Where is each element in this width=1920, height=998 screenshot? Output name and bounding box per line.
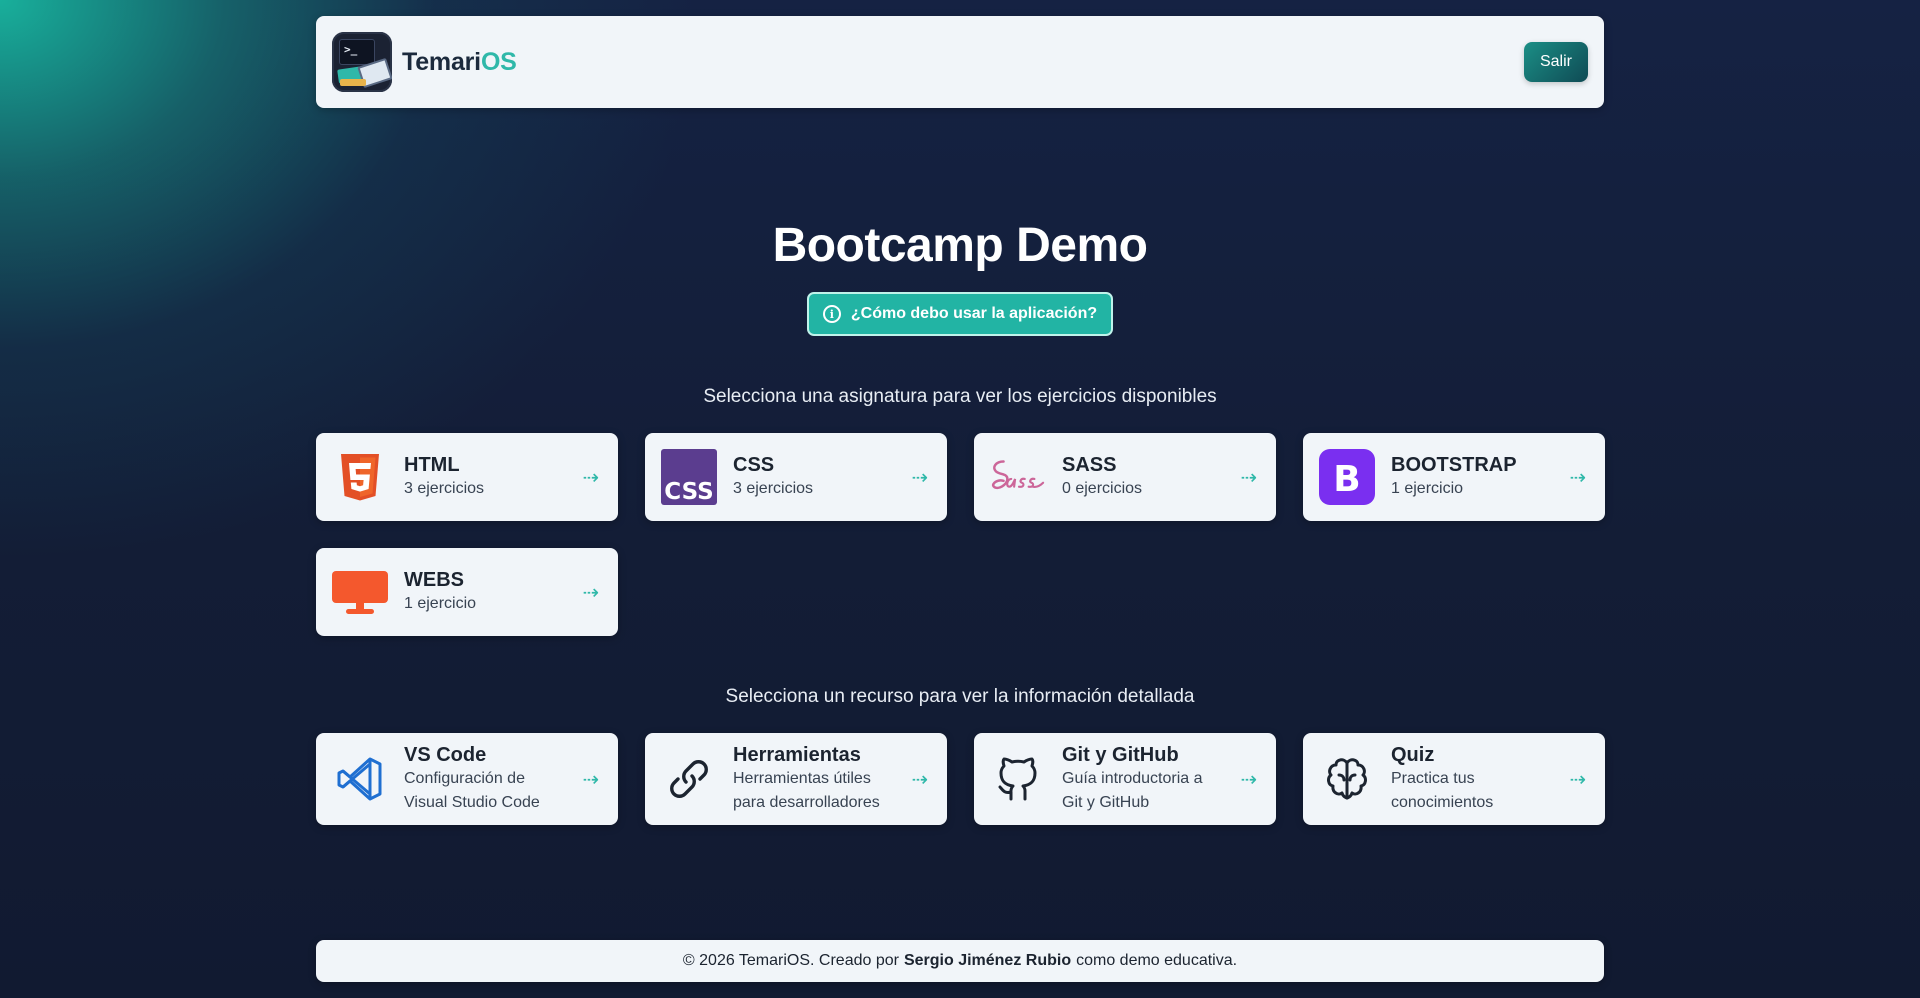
css-icon: CSS: [661, 449, 717, 505]
resource-desc-line1: Guía introductoria a: [1062, 770, 1203, 787]
resource-name: Git y GitHub: [1062, 744, 1179, 766]
subject-count: 1 ejercicio: [404, 595, 477, 612]
subject-card-css[interactable]: CSS CSS 3 ejercicios ⇢: [645, 433, 947, 521]
top-navbar: >_ TemariOS Salir: [316, 16, 1604, 108]
resource-name: Herramientas: [733, 744, 861, 766]
page-background: [0, 0, 1920, 998]
resource-desc-line1: Herramientas útiles: [733, 770, 871, 787]
subject-name: BOOTSTRAP: [1391, 454, 1517, 476]
arrow-right-icon: ⇢: [582, 767, 600, 791]
resource-card-git-github[interactable]: Git y GitHub Guía introductoria a Git y …: [974, 733, 1276, 825]
resources-section-label: Selecciona un recurso para ver la inform…: [725, 686, 1195, 707]
svg-text:CSS: CSS: [664, 479, 713, 505]
subject-name: CSS: [733, 454, 775, 476]
resource-card-quiz[interactable]: Quiz Practica tus conocimientos ⇢: [1303, 733, 1605, 825]
page-title: Bootcamp Demo: [772, 219, 1148, 272]
arrow-right-icon: ⇢: [1569, 465, 1587, 489]
arrow-right-icon: ⇢: [1240, 465, 1258, 489]
resource-card-vscode[interactable]: VS Code Configuración de Visual Studio C…: [316, 733, 618, 825]
help-button[interactable]: i ¿Cómo debo usar la aplicación?: [807, 292, 1113, 336]
arrow-right-icon: ⇢: [911, 767, 929, 791]
subjects-section-label: Selecciona una asignatura para ver los e…: [703, 386, 1217, 407]
resource-card-herramientas[interactable]: Herramientas Herramientas útiles para de…: [645, 733, 947, 825]
svg-text:B: B: [1333, 459, 1360, 500]
arrow-right-icon: ⇢: [911, 465, 929, 489]
subject-name: HTML: [404, 454, 460, 476]
subject-card-bootstrap[interactable]: B BOOTSTRAP 1 ejercicio ⇢: [1303, 433, 1605, 521]
vscode-icon: [332, 751, 388, 807]
arrow-right-icon: ⇢: [1569, 767, 1587, 791]
info-icon: i: [822, 305, 841, 323]
resource-name: VS Code: [404, 744, 487, 766]
subject-card-html[interactable]: HTML 3 ejercicios ⇢: [316, 433, 618, 521]
github-icon: [990, 751, 1046, 807]
brand[interactable]: >_ TemariOS: [332, 32, 517, 92]
footer-author: Sergio Jiménez Rubio: [903, 952, 1072, 969]
monitor-icon: [332, 564, 388, 620]
logout-button[interactable]: Salir: [1524, 42, 1588, 82]
link-icon: [661, 751, 717, 807]
bootstrap-icon: B: [1319, 449, 1375, 505]
sass-icon: [990, 449, 1046, 505]
subject-count: 1 ejercicio: [1391, 480, 1464, 497]
html5-icon: [332, 449, 388, 505]
footer-suffix: como demo educativa.: [1076, 952, 1238, 969]
brand-name: TemariOS: [402, 47, 517, 76]
footer-copyright: © 2026 TemariOS. Creado por: [682, 952, 899, 969]
subject-name: SASS: [1062, 454, 1117, 476]
subject-name: WEBS: [404, 569, 464, 591]
resource-desc-line2: para desarrolladores: [733, 794, 880, 811]
subject-count: 3 ejercicios: [404, 480, 485, 497]
footer: © 2026 TemariOS. Creado por Sergio Jimén…: [316, 940, 1604, 982]
resource-desc-line1: Configuración de: [404, 770, 525, 787]
subject-count: 3 ejercicios: [733, 480, 814, 497]
resource-desc-line2: conocimientos: [1391, 794, 1494, 811]
resource-desc-line2: Git y GitHub: [1062, 794, 1150, 811]
subject-card-sass[interactable]: SASS 0 ejercicios ⇢: [974, 433, 1276, 521]
resource-name: Quiz: [1391, 744, 1435, 766]
subject-count: 0 ejercicios: [1062, 480, 1143, 497]
arrow-right-icon: ⇢: [1240, 767, 1258, 791]
subject-card-webs[interactable]: WEBS 1 ejercicio ⇢: [316, 548, 618, 636]
arrow-right-icon: ⇢: [582, 465, 600, 489]
arrow-right-icon: ⇢: [582, 580, 600, 604]
app-logo-icon: >_: [332, 32, 392, 92]
resource-desc-line1: Practica tus: [1391, 770, 1475, 787]
brain-icon: [1319, 751, 1375, 807]
help-button-label: ¿Cómo debo usar la aplicación?: [850, 305, 1098, 322]
resource-desc-line2: Visual Studio Code: [404, 794, 540, 811]
